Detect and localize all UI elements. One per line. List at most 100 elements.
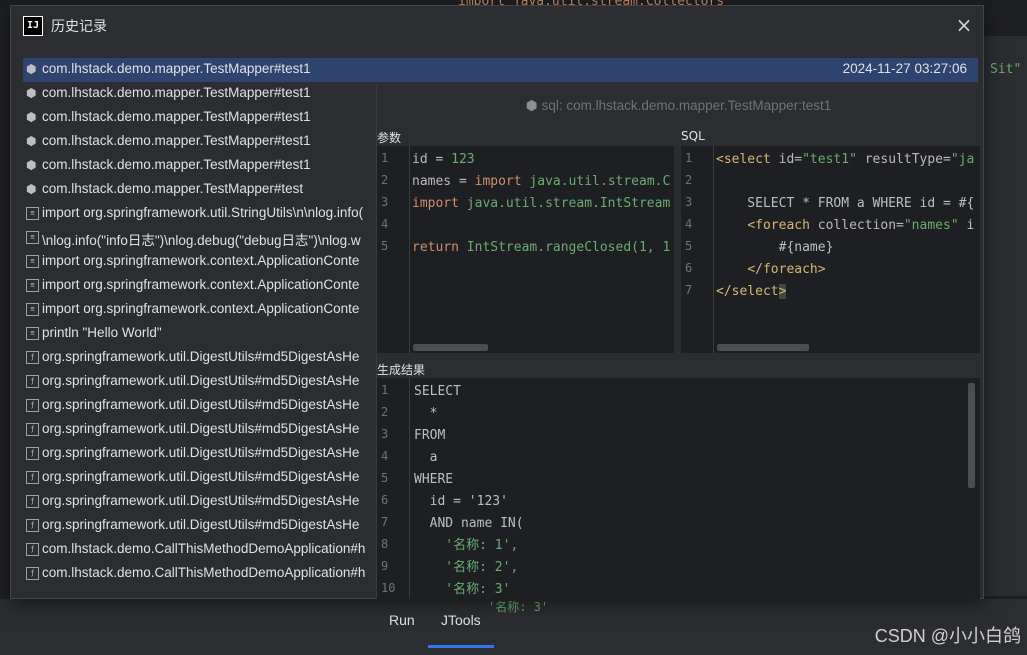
tab-run[interactable]: Run [389, 612, 415, 628]
params-gutter: 1 2 3 4 5 [377, 146, 410, 353]
line-number: 2 [685, 173, 693, 187]
method-icon: ƒ [26, 375, 39, 388]
preview-header: ⬢ sql: com.lhstack.demo.mapper.TestMapper… [377, 85, 980, 127]
history-item-label: import org.springframework.util.StringUt… [42, 205, 364, 220]
method-icon: ƒ [26, 447, 39, 460]
tab-jtools[interactable]: JTools [441, 612, 481, 628]
line-number: 1 [381, 151, 389, 165]
result-code-line: '名称: 1', [414, 538, 519, 553]
result-code-line: SELECT [414, 384, 461, 399]
intellij-icon: IJ [23, 16, 43, 36]
cube-icon: ⬢ [26, 134, 37, 148]
history-item-label: com.lhstack.demo.mapper.TestMapper#test1 [42, 61, 311, 76]
sql-gutter: 1 2 3 4 5 6 7 [681, 146, 714, 353]
history-item-label: org.springframework.util.DigestUtils#md5… [42, 373, 360, 388]
method-icon: ƒ [26, 519, 39, 532]
line-number: 3 [381, 195, 389, 209]
sql-hscrollbar[interactable] [717, 344, 809, 351]
result-code-line: WHERE [414, 472, 454, 487]
history-dialog: IJ 历史记录 × ⬢ com.lhstack.demo.mapper.TestM… [10, 5, 984, 599]
script-icon: ≡ [26, 279, 39, 292]
history-item-label: org.springframework.util.DigestUtils#md5… [42, 349, 360, 364]
result-code-line: a [414, 450, 438, 465]
history-item-label: com.lhstack.demo.CallThisMethodDemoAppli… [42, 541, 366, 556]
preview-panel: ⬢ sql: com.lhstack.demo.mapper.TestMapper… [376, 85, 980, 599]
line-number: 5 [381, 471, 389, 485]
params-code[interactable]: id = 123 names = import java.util.stream… [412, 149, 670, 259]
line-number: 10 [381, 581, 396, 595]
ide-right-editor [980, 36, 1027, 596]
params-hscrollbar[interactable] [413, 344, 488, 351]
result-code-line: AND name IN( [414, 516, 524, 531]
result-vscrollbar[interactable] [968, 383, 975, 488]
script-icon: ≡ [26, 231, 39, 244]
method-icon: ƒ [26, 423, 39, 436]
history-item-label: org.springframework.util.DigestUtils#md5… [42, 517, 360, 532]
cube-icon: ⬢ [26, 86, 37, 100]
result-code-line: id = '123' [414, 494, 508, 509]
result-code-line: FROM [414, 428, 446, 443]
close-icon[interactable]: × [953, 14, 975, 36]
line-number: 3 [685, 195, 693, 209]
script-icon: ≡ [26, 255, 39, 268]
cube-icon: ⬢ [26, 182, 37, 196]
method-icon: ƒ [26, 351, 39, 364]
line-number: 5 [381, 239, 389, 253]
sql-editor[interactable]: 1 2 3 4 5 6 7 <select id="test1" resultType="j… [681, 146, 980, 353]
line-number: 7 [685, 283, 693, 297]
result-code-line: * [414, 406, 438, 421]
line-number: 7 [381, 515, 389, 529]
params-editor[interactable]: 1 2 3 4 5 id = 123 names = import java.util.… [377, 146, 674, 353]
params-label: 参数 [377, 131, 402, 145]
script-icon: ≡ [26, 327, 39, 340]
history-item-label: org.springframework.util.DigestUtils#md5… [42, 469, 360, 484]
watermark: CSDN @小小白鸽 [874, 626, 1021, 646]
line-number: 2 [381, 405, 389, 419]
result-code[interactable]: SELECT * FROM a WHERE id = '123' AND name … [414, 381, 524, 599]
history-item-label: com.lhstack.demo.mapper.TestMapper#test1 [42, 133, 311, 148]
line-number: 8 [381, 537, 389, 551]
dialog-title: 历史记录 [51, 19, 107, 35]
history-item-label: import org.springframework.context.Appli… [42, 253, 360, 268]
line-number: 3 [381, 427, 389, 441]
result-editor[interactable]: 1 2 3 4 5 6 7 8 9 10 SELECT * FROM a WHERE id = '12… [377, 378, 980, 599]
history-item-label: org.springframework.util.DigestUtils#md5… [42, 421, 360, 436]
ide-bottom-code: '名称: 3' [488, 600, 549, 614]
history-item-label: com.lhstack.demo.mapper.TestMapper#test1 [42, 85, 311, 100]
history-item-label: \nlog.info("info日志")\nlog.debug("debug日志… [42, 233, 361, 248]
result-label: 生成结果 [377, 363, 426, 377]
history-item-label: import org.springframework.context.Appli… [42, 277, 360, 292]
history-item-label: import org.springframework.context.Appli… [42, 301, 360, 316]
line-number: 2 [381, 173, 389, 187]
history-item-label: org.springframework.util.DigestUtils#md5… [42, 445, 360, 460]
line-number: 6 [381, 493, 389, 507]
script-icon: ≡ [26, 303, 39, 316]
history-item-label: org.springframework.util.DigestUtils#md5… [42, 493, 360, 508]
preview-title: sql: com.lhstack.demo.mapper.TestMapper:… [541, 98, 832, 113]
method-icon: ƒ [26, 543, 39, 556]
history-item-label: com.lhstack.demo.CallThisMethodDemoAppli… [42, 565, 366, 580]
history-item[interactable]: ⬢ com.lhstack.demo.mapper.TestMapper#test… [23, 58, 978, 82]
result-code-line: '名称: 2', [414, 560, 519, 575]
method-icon: ƒ [26, 399, 39, 412]
line-number: 1 [685, 151, 693, 165]
history-item-label: com.lhstack.demo.mapper.TestMapper#test1 [42, 157, 311, 172]
history-item-label: com.lhstack.demo.mapper.TestMapper#test1 [42, 109, 311, 124]
script-icon: ≡ [26, 207, 39, 220]
ide-right-code: Sit" [990, 62, 1022, 77]
result-gutter: 1 2 3 4 5 6 7 8 9 10 [377, 378, 410, 599]
history-item-timestamp: 2024-11-27 03:27:06 [842, 61, 967, 76]
cube-icon: ⬢ [26, 158, 37, 172]
line-number: 4 [381, 449, 389, 463]
history-item-label: com.lhstack.demo.mapper.TestMapper#test [42, 181, 304, 196]
method-icon: ƒ [26, 495, 39, 508]
cube-icon: ⬢ [26, 110, 37, 124]
active-tab-indicator [428, 645, 494, 648]
sql-code[interactable]: <select id="test1" resultType="ja SELECT… [716, 149, 974, 303]
method-icon: ƒ [26, 567, 39, 580]
line-number: 6 [685, 261, 693, 275]
sql-label: SQL [681, 129, 705, 143]
line-number: 1 [381, 383, 389, 397]
history-item-label: org.springframework.util.DigestUtils#md5… [42, 397, 360, 412]
cube-icon: ⬢ [26, 62, 37, 76]
